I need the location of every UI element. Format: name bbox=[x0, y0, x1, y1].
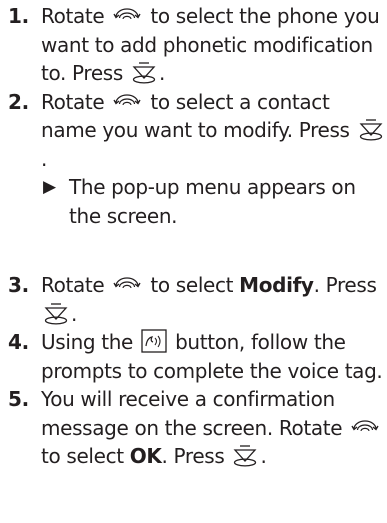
step-text: Rotate bbox=[41, 273, 105, 297]
step-text: to select bbox=[150, 273, 234, 297]
step-number: 2. bbox=[8, 89, 29, 114]
step-text: . bbox=[71, 301, 78, 326]
press-enter-icon bbox=[358, 117, 384, 141]
triangle-right-icon: ▶ bbox=[43, 177, 56, 197]
step-text: Rotate bbox=[41, 89, 105, 114]
interface-dial-icon bbox=[112, 91, 142, 113]
step-text: . bbox=[158, 61, 165, 85]
step-text: . bbox=[41, 146, 48, 171]
step-text: . bbox=[260, 444, 267, 468]
interface-dial-icon bbox=[112, 5, 142, 27]
step-text: to select bbox=[41, 444, 124, 468]
step-text: . Press bbox=[161, 444, 225, 468]
step-3: 3. Rotate to select Modify. Press . bbox=[8, 271, 387, 328]
step-4: 4. Using the button, follow the prompts … bbox=[8, 328, 387, 385]
menu-item-ok: OK bbox=[129, 444, 162, 468]
step-text: Using the bbox=[41, 330, 134, 354]
instruction-page: 1. Rotate to select the phone you want t… bbox=[0, 0, 387, 523]
step-2: 2. Rotate to select a contact name you w… bbox=[8, 88, 387, 231]
result-text: The pop-up menu appears on the screen. bbox=[69, 175, 356, 228]
step-number: 4. bbox=[8, 330, 29, 354]
interface-dial-icon bbox=[350, 417, 380, 439]
press-enter-icon bbox=[232, 443, 258, 467]
step-number: 1. bbox=[8, 4, 29, 28]
step-text: . Press bbox=[313, 273, 377, 297]
press-enter-icon bbox=[131, 60, 157, 84]
step-5: 5. You will receive a confirmation messa… bbox=[8, 385, 387, 471]
talk-button-icon bbox=[141, 329, 167, 353]
step-number: 5. bbox=[8, 387, 29, 411]
menu-item-modify: Modify bbox=[239, 273, 314, 297]
step-text: You will receive a confirmation message … bbox=[41, 387, 343, 440]
interface-dial-icon bbox=[112, 274, 142, 296]
step-number: 3. bbox=[8, 273, 29, 297]
press-enter-icon bbox=[43, 301, 69, 325]
step-1: 1. Rotate to select the phone you want t… bbox=[8, 2, 387, 88]
step-result: ▶ The pop-up menu appears on the screen. bbox=[41, 173, 387, 230]
step-text: Rotate bbox=[41, 4, 105, 28]
